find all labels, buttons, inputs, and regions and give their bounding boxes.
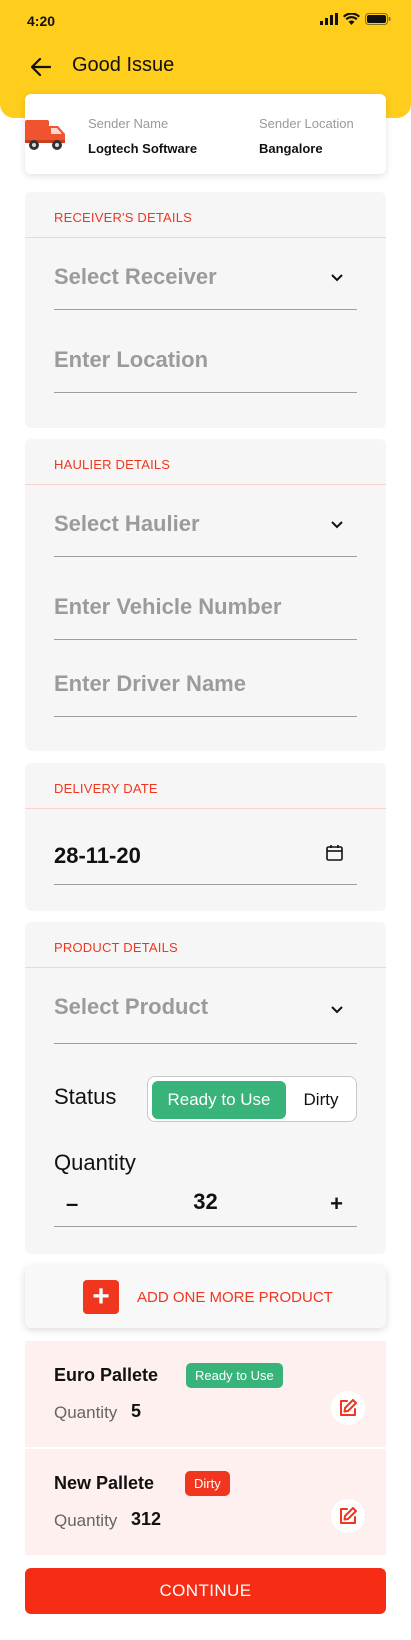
signal-icon [320,13,338,25]
add-product-label: ADD ONE MORE PRODUCT [137,1289,333,1306]
decrement-button[interactable]: – [66,1191,78,1217]
quantity-value: 312 [131,1509,162,1529]
arrow-left-icon [31,58,51,76]
status-option-ready[interactable]: Ready to Use [152,1081,286,1119]
section-title: PRODUCT DETAILS [54,940,178,955]
product-card: Euro Pallete Ready to Use Quantity 5 [25,1341,386,1447]
section-title: RECEIVER'S DETAILS [54,210,193,225]
vehicle-number-placeholder: Enter Vehicle Number [54,594,282,619]
product-select-placeholder: Select Product [54,994,209,1019]
chevron-down-icon [331,274,343,282]
back-button[interactable] [28,54,54,80]
section-title: DELIVERY DATE [54,781,158,796]
chevron-down-icon [331,1006,343,1014]
divider [25,967,386,968]
status-time: 4:20 [27,13,56,29]
calendar-icon[interactable] [326,844,343,861]
edit-button[interactable] [331,1499,365,1533]
product-section: PRODUCT DETAILS Select Product Status Re… [25,922,386,1254]
quantity-value: 32 [193,1189,218,1214]
sender-card: Sender Name Logtech Software Sender Loca… [25,94,386,174]
receiver-section: RECEIVER'S DETAILS Select Receiver Enter… [25,192,386,428]
haulier-select[interactable]: Select Haulier [54,509,357,557]
divider [25,237,386,238]
add-product-button[interactable]: + ADD ONE MORE PRODUCT [25,1266,386,1328]
divider [25,808,386,809]
section-title: HAULIER DETAILS [54,457,171,472]
app-bar: Good Issue [0,44,411,88]
wifi-icon [343,13,360,25]
product-select[interactable]: Select Product [54,992,357,1044]
truck-icon [25,120,65,150]
receiver-select-placeholder: Select Receiver [54,264,217,289]
location-input[interactable]: Enter Location [54,344,357,393]
haulier-select-placeholder: Select Haulier [54,511,200,536]
quantity-label: Quantity [54,1150,136,1175]
edit-button[interactable] [331,1391,365,1425]
battery-icon [365,13,391,25]
vehicle-number-input[interactable]: Enter Vehicle Number [54,591,357,640]
sender-location: Sender Location Bangalore [259,116,354,156]
delivery-date-value: 28-11-20 [54,843,141,868]
quantity-label: Quantity [54,1403,118,1422]
status-icons [320,13,391,25]
sender-name-label: Sender Name [88,116,169,131]
haulier-section: HAULIER DETAILS Select Haulier Enter Veh… [25,439,386,751]
increment-button[interactable]: + [330,1191,343,1217]
product-card: New Pallete Dirty Quantity 312 [25,1449,386,1555]
receiver-select[interactable]: Select Receiver [54,262,357,310]
status-badge: Ready to Use [186,1363,283,1388]
sender-name-value: Logtech Software [88,141,198,156]
product-name: New Pallete [54,1473,155,1493]
chevron-down-icon [331,521,343,529]
status-option-dirty[interactable]: Dirty [288,1081,354,1119]
driver-name-placeholder: Enter Driver Name [54,671,246,696]
edit-icon [340,1399,357,1416]
delivery-date-input[interactable]: 28-11-20 [54,833,357,885]
status-label: Status [54,1084,117,1109]
sender-location-value: Bangalore [259,141,323,156]
divider [25,484,386,485]
delivery-section: DELIVERY DATE 28-11-20 [25,763,386,911]
quantity-value: 5 [131,1401,142,1421]
status-bar: 4:20 [0,0,411,44]
page-title: Good Issue [72,54,175,76]
sender-name: Sender Name Logtech Software [88,116,197,156]
status-toggle[interactable]: Ready to Use Dirty [147,1076,357,1122]
sender-location-label: Sender Location [259,116,354,131]
edit-icon [340,1507,357,1524]
driver-name-input[interactable]: Enter Driver Name [54,669,357,717]
continue-button[interactable]: CONTINUE [25,1568,386,1614]
status-badge: Dirty [185,1471,230,1496]
quantity-stepper: 32 – + [54,1183,357,1227]
quantity-label: Quantity [54,1511,118,1530]
location-placeholder: Enter Location [54,347,209,372]
plus-icon: + [83,1280,119,1314]
product-name: Euro Pallete [54,1365,159,1385]
